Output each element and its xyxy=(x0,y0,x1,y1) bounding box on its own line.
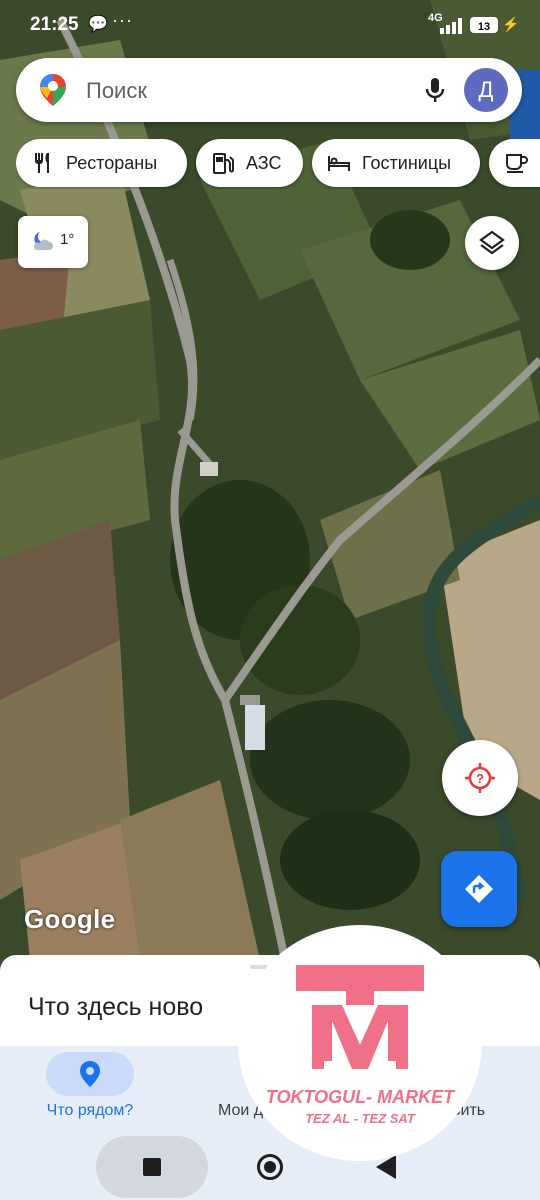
chip-coffee[interactable] xyxy=(489,139,540,187)
partly-cloudy-night-icon xyxy=(33,232,53,250)
chip-label: Гостиницы xyxy=(362,152,452,173)
weather-widget[interactable]: 1° xyxy=(18,216,88,268)
chip-label: Рестораны xyxy=(66,152,158,173)
hotel-icon xyxy=(326,150,352,176)
search-bar[interactable]: Поиск Д xyxy=(16,58,522,122)
watermark-logo: TOKTOGUL- MARKET TEZ AL - TEZ SAT xyxy=(238,925,482,1161)
coffee-icon xyxy=(503,150,529,176)
status-bar: 21:25 💬 ··· 4G 13 ⚡ xyxy=(0,0,540,52)
chip-restaurants[interactable]: Рестораны xyxy=(16,139,187,187)
sheet-title: Что здесь ново xyxy=(28,993,204,1021)
chip-hotels[interactable]: Гостиницы xyxy=(312,139,480,187)
google-attribution: Google xyxy=(24,904,116,934)
restaurant-icon xyxy=(30,150,56,176)
svg-text:?: ? xyxy=(476,771,484,786)
nav-label-explore: Что рядом? xyxy=(46,1102,134,1119)
battery-icon: 13 xyxy=(470,17,498,33)
microphone-icon[interactable] xyxy=(420,75,450,105)
chat-bubble-icon: 💬 xyxy=(88,16,108,33)
charging-icon: ⚡ xyxy=(502,16,520,32)
maps-pin-icon xyxy=(40,74,66,106)
signal-icon xyxy=(440,18,462,34)
directions-icon xyxy=(465,875,493,903)
layers-button[interactable] xyxy=(465,216,519,270)
chip-label: АЗС xyxy=(246,152,282,173)
nav-explore[interactable]: Что рядом? xyxy=(0,1046,180,1136)
recents-button[interactable] xyxy=(143,1158,161,1176)
category-chips: Рестораны АЗС Гостиницы xyxy=(16,139,540,189)
layers-icon xyxy=(479,230,505,255)
location-unknown-icon: ? xyxy=(465,763,495,793)
watermark-tagline: TEZ AL - TEZ SAT xyxy=(305,1111,415,1126)
more-notifications-icon: ··· xyxy=(112,10,133,30)
watermark-name: TOKTOGUL- MARKET xyxy=(265,1087,455,1107)
account-avatar[interactable]: Д xyxy=(464,68,508,112)
location-pin-icon xyxy=(80,1061,100,1087)
gas-station-icon xyxy=(210,150,236,176)
chip-gas-stations[interactable]: АЗС xyxy=(196,139,303,187)
my-location-button[interactable]: ? xyxy=(442,740,518,816)
directions-button[interactable] xyxy=(441,851,517,927)
temperature: 1° xyxy=(60,231,75,248)
status-time: 21:25 xyxy=(30,14,79,35)
search-input[interactable]: Поиск xyxy=(86,78,147,104)
